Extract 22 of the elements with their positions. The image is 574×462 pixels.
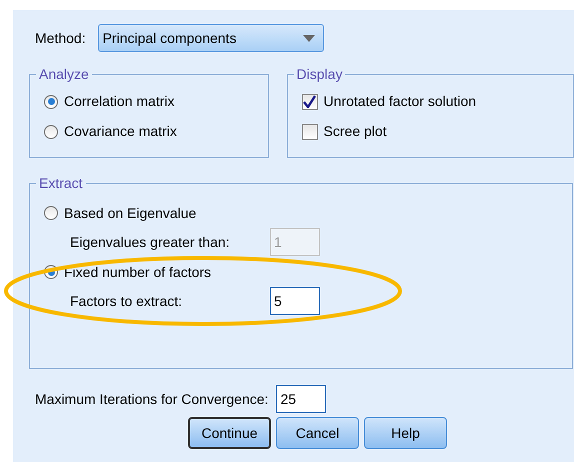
input-field[interactable]: 5 (270, 287, 320, 315)
method-dropdown[interactable]: Principal components (98, 24, 324, 52)
option-label: Covariance matrix (64, 122, 177, 141)
option-label: Based on Eigenvalue (64, 204, 196, 223)
field-label: Factors to extract: (70, 292, 184, 310)
dialog-button[interactable]: Cancel (276, 417, 359, 449)
radio-button[interactable] (44, 94, 58, 108)
radio-button[interactable] (44, 124, 58, 138)
checkbox[interactable] (302, 94, 318, 110)
option-label: Unrotated factor solution (324, 92, 476, 111)
radio-button[interactable] (44, 206, 58, 220)
checkmark-icon (303, 95, 316, 108)
method-label: Method: (35, 28, 86, 48)
dialog-button[interactable]: Continue (188, 417, 271, 449)
option-label: Scree plot (324, 122, 387, 141)
iterations-label: Maximum Iterations for Convergence: (35, 390, 268, 409)
dialog-button[interactable]: Help (364, 417, 447, 449)
caret-icon (302, 34, 315, 42)
input-field[interactable]: 25 (276, 385, 326, 413)
field-label: Eigenvalues greater than: (70, 232, 231, 252)
option-label: Correlation matrix (64, 92, 174, 111)
checkbox[interactable] (302, 124, 318, 140)
